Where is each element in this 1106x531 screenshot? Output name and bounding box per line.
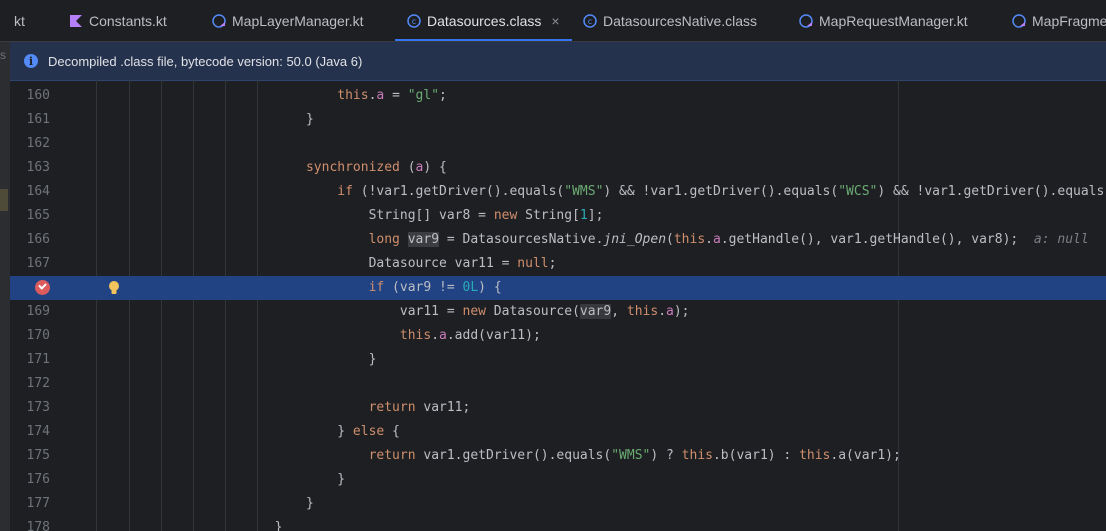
code-line: 162 [10,132,1106,156]
class-file-icon: c [407,13,421,28]
code-line: 167 Datasource var11 = null; [10,252,1106,276]
code-text: var11 = new Datasource(var9, this.a); [259,304,690,319]
code-line: 171 } [10,348,1106,372]
code-text: } [259,472,346,487]
info-icon: i [24,54,38,68]
tool-strip-text: s [0,48,6,62]
code-line: 177 } [10,492,1106,516]
line-number: 170 [26,328,50,343]
tab-maplayermanager-kt[interactable]: MapLayerManager.kt [212,0,364,41]
close-tab-icon[interactable]: × [551,13,559,29]
tab-datasources-class[interactable]: c Datasources.class × [395,0,572,41]
left-tool-strip: s [0,42,10,531]
tab-label: Datasources.class [427,12,542,29]
inlay-hint: a: null [1033,232,1089,247]
line-number: 175 [26,448,50,463]
code-line: 173 return var11; [10,396,1106,420]
code-editor[interactable]: 160 this.a = "gl"; 161 } 162 163 synchro… [10,80,1106,531]
code-text: } [259,112,314,127]
editor-tab-bar: kt Constants.kt MapLayerManager.kt c Dat… [0,0,1106,42]
code-line: 175 return var1.getDriver().equals("WMS"… [10,444,1106,468]
line-number: 164 [26,184,50,199]
code-text: } [259,352,377,367]
code-line: 165 String[] var8 = new String[1]; [10,204,1106,228]
code-text: String[] var8 = new String[1]; [259,208,604,223]
code-line: 178 } [10,516,1106,531]
line-number: 165 [26,208,50,223]
line-number: 173 [26,400,50,415]
lightbulb-icon[interactable] [107,280,121,296]
code-line: 169 var11 = new Datasource(var9, this.a)… [10,300,1106,324]
line-number: 166 [26,232,50,247]
code-text: this.a.add(var11); [399,328,541,343]
code-text: Datasource var11 = null; [259,256,557,271]
tab-label: MapFragme [1032,12,1106,29]
bookmark-marker [0,189,8,211]
tab-label: DatasourcesNative.class [603,12,758,29]
code-text: } [259,520,283,531]
code-line: 170 this.a.add(var11); [10,324,1106,348]
svg-text:c: c [412,17,416,26]
tab-constants-kt[interactable]: Constants.kt [69,0,167,41]
svg-text:c: c [588,17,592,26]
code-text: return var11; [368,400,471,415]
code-text: return var1.getDriver().equals("WMS") ? … [368,448,901,463]
code-line: 172 [10,372,1106,396]
line-number: 160 [26,88,50,103]
code-line: 161 } [10,108,1106,132]
current-execution-line: if (var9 != 0L) { [10,276,1106,300]
code-line: 174 } else { [10,420,1106,444]
tab-maprequestmanager-kt[interactable]: MapRequestManager.kt [799,0,968,41]
tab-label: kt [14,12,25,29]
line-number: 169 [26,304,50,319]
line-number: 171 [26,352,50,367]
line-number: 167 [26,256,50,271]
line-number: 162 [26,136,50,151]
code-line: 176 } [10,468,1106,492]
code-text: synchronized (a) { [305,160,447,175]
code-line: 164 if (!var1.getDriver().equals("WMS") … [10,180,1106,204]
tab-mapfragment-kt[interactable]: MapFragme [1012,0,1106,41]
code-text: this.a = "gl"; [337,88,447,103]
decompiled-info-banner: i Decompiled .class file, bytecode versi… [10,42,1106,81]
tab-datasourcesnative-class[interactable]: c DatasourcesNative.class [583,0,757,41]
class-file-icon: c [583,13,597,28]
line-number: 178 [26,520,50,531]
breakpoint-icon[interactable] [35,280,50,295]
code-text: long var9 = DatasourcesNative.jni_Open(t… [368,232,1089,247]
line-number: 174 [26,424,50,439]
tab-kt[interactable]: kt [14,0,25,41]
line-number: 172 [26,376,50,391]
code-text: } else { [259,424,400,439]
banner-text: Decompiled .class file, bytecode version… [48,53,363,69]
tab-label: Constants.kt [89,12,167,29]
kotlin-class-icon [799,13,813,28]
code-text: if (!var1.getDriver().equals("WMS") && !… [337,184,1106,199]
code-line: 160 this.a = "gl"; [10,84,1106,108]
code-line: 166 long var9 = DatasourcesNative.jni_Op… [10,228,1106,252]
code-line: 163 synchronized (a) { [10,156,1106,180]
kotlin-file-icon [70,14,82,27]
tab-label: MapLayerManager.kt [232,12,364,29]
line-number: 163 [26,160,50,175]
tab-label: MapRequestManager.kt [819,12,968,29]
kotlin-class-icon [212,13,226,28]
code-text: } [259,496,314,511]
code-text: if (var9 != 0L) { [368,280,502,295]
line-number: 161 [26,112,50,127]
line-number: 176 [26,472,50,487]
line-number: 177 [26,496,50,511]
kotlin-class-icon [1012,13,1026,28]
